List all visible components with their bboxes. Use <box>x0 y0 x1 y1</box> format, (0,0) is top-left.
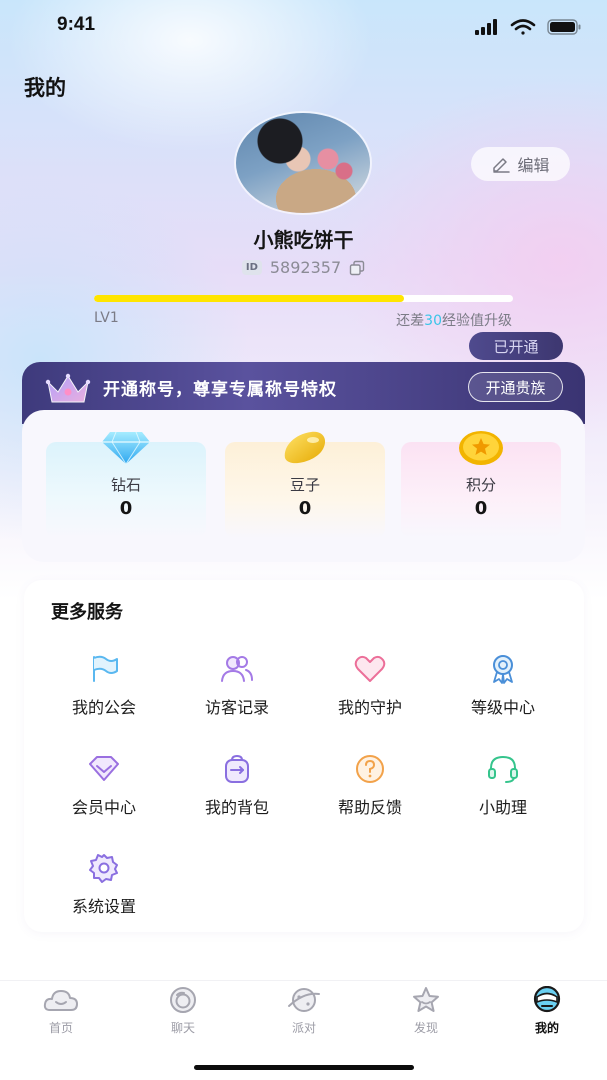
tab-chat-label: 聊天 <box>170 1021 195 1035</box>
visitors-icon <box>221 656 253 682</box>
wallet-diamond[interactable]: 钻石 0 <box>46 431 206 538</box>
service-backpack-label: 我的背包 <box>204 798 269 817</box>
activated-badge: 已开通 <box>469 332 563 360</box>
wallet-points[interactable]: 积分 0 <box>401 431 561 538</box>
tab-home[interactable]: 首页 <box>21 986 101 1036</box>
exp-note-suffix: 经验值升级 <box>442 313 512 329</box>
heart-icon <box>354 655 386 682</box>
status-icons <box>475 19 581 35</box>
profile-face-icon <box>533 985 561 1013</box>
tab-profile[interactable]: 我的 <box>507 985 587 1036</box>
service-help[interactable]: 帮助反馈 <box>310 754 430 818</box>
wallet-points-label: 积分 <box>465 476 496 494</box>
exp-note-prefix: 还差 <box>396 313 425 329</box>
wallet-diamond-label: 钻石 <box>110 476 141 494</box>
service-level-center-label: 等级中心 <box>470 698 535 717</box>
wallet-bean-value: 0 <box>298 498 312 519</box>
bean-icon <box>284 431 326 464</box>
user-id: 5892357 <box>269 258 342 277</box>
services-title: 更多服务 <box>51 602 123 623</box>
battery-icon <box>547 19 581 35</box>
signal-icon <box>475 19 497 35</box>
exp-note: 还差30经验值升级 <box>340 310 512 330</box>
open-noble-button[interactable]: 开通贵族 <box>468 372 563 402</box>
diamond-icon <box>102 431 150 465</box>
service-settings[interactable]: 系统设置 <box>44 853 164 917</box>
avatar[interactable] <box>236 113 370 213</box>
discover-star-icon <box>413 987 439 1012</box>
tab-discover-label: 发现 <box>413 1021 438 1035</box>
service-assistant[interactable]: 小助理 <box>443 754 563 818</box>
edit-label: 编辑 <box>517 156 550 175</box>
wallet-diamond-value: 0 <box>119 498 133 519</box>
home-cloud-icon <box>43 990 78 1011</box>
level-label: LV1 <box>94 310 119 326</box>
service-visitors[interactable]: 访客记录 <box>177 654 297 718</box>
user-id-row: ID 5892357 <box>0 258 607 277</box>
id-chip: ID <box>241 260 262 275</box>
edit-profile-button[interactable]: 编辑 <box>471 147 570 181</box>
tab-party[interactable]: 派对 <box>264 986 344 1036</box>
chat-icon <box>170 987 196 1013</box>
help-icon <box>356 755 384 783</box>
wallet-bean-label: 豆子 <box>289 476 320 494</box>
tab-home-label: 首页 <box>48 1021 73 1035</box>
diamond-outline-icon <box>89 756 119 781</box>
tab-party-label: 派对 <box>291 1021 316 1035</box>
medal-icon <box>493 655 513 684</box>
service-guild[interactable]: 我的公会 <box>44 654 164 718</box>
backpack-icon <box>225 754 249 783</box>
crown-icon <box>45 373 91 403</box>
tab-discover[interactable]: 发现 <box>386 986 466 1036</box>
tab-chat[interactable]: 聊天 <box>143 986 223 1036</box>
service-guard[interactable]: 我的守护 <box>310 654 430 718</box>
headset-icon <box>488 755 518 783</box>
coin-icon <box>459 431 503 465</box>
edit-icon <box>493 158 511 173</box>
exp-progress-bar <box>94 295 513 302</box>
gear-icon <box>89 854 118 883</box>
service-guard-label: 我的守护 <box>337 698 402 717</box>
wallet-bean[interactable]: 豆子 0 <box>225 431 385 538</box>
service-help-label: 帮助反馈 <box>337 798 402 817</box>
party-planet-icon <box>288 988 320 1012</box>
status-time: 9:41 <box>57 14 96 35</box>
service-guild-label: 我的公会 <box>71 698 136 717</box>
wifi-icon <box>510 19 536 35</box>
service-visitors-label: 访客记录 <box>204 698 269 717</box>
service-backpack[interactable]: 我的背包 <box>177 754 297 818</box>
copy-icon[interactable] <box>349 260 365 276</box>
service-level-center[interactable]: 等级中心 <box>443 654 563 718</box>
service-vip-label: 会员中心 <box>71 798 136 817</box>
flag-icon <box>93 655 118 682</box>
tab-profile-label: 我的 <box>534 1021 559 1035</box>
nickname: 小熊吃饼干 <box>253 228 354 252</box>
exp-note-amount: 30 <box>424 313 442 329</box>
service-assistant-label: 小助理 <box>478 798 527 817</box>
exp-progress-fill <box>94 295 405 302</box>
home-indicator <box>194 1065 414 1070</box>
noble-banner-text: 开通称号，尊享专属称号特权 <box>103 380 337 400</box>
page-title: 我的 <box>24 76 66 100</box>
wallet-points-value: 0 <box>474 498 488 519</box>
service-vip[interactable]: 会员中心 <box>44 754 164 818</box>
service-settings-label: 系统设置 <box>71 897 136 916</box>
